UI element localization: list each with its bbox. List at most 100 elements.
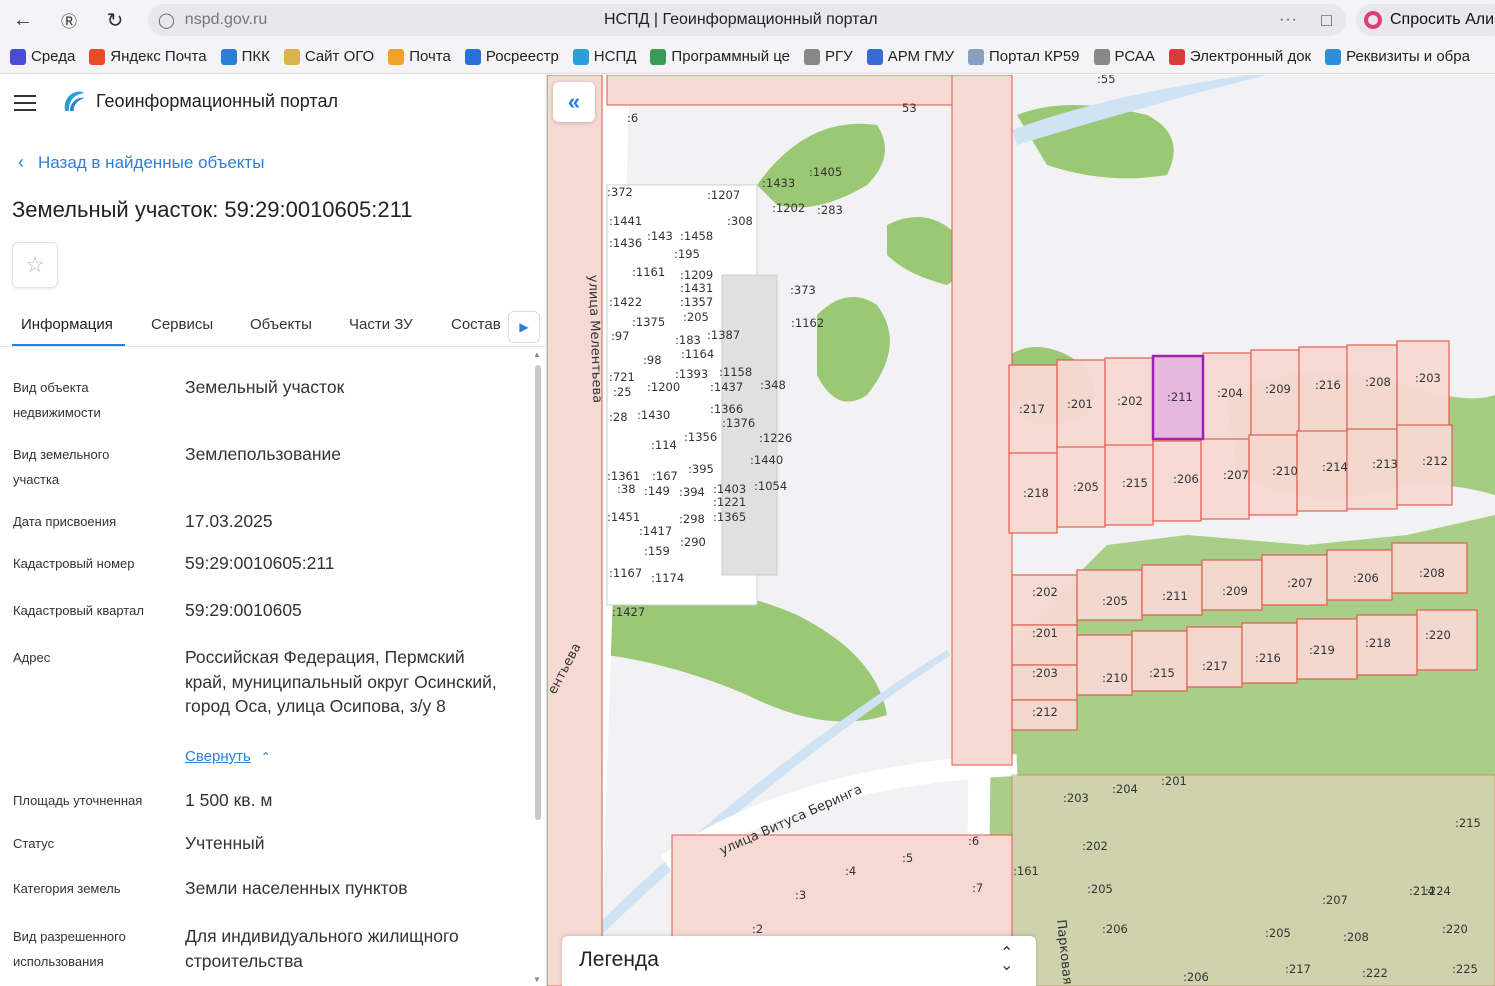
more-icon[interactable]: ··· xyxy=(1279,11,1298,29)
collapse-panel-icon[interactable]: « xyxy=(553,82,595,122)
svg-text::4: :4 xyxy=(845,864,856,878)
tab-objects[interactable]: Объекты xyxy=(250,316,312,333)
svg-text::1436: :1436 xyxy=(609,236,642,250)
svg-text::212: :212 xyxy=(1032,705,1058,719)
collapse-address-link[interactable]: Свернуть ⌃ xyxy=(185,748,271,765)
field-value: Земельный участок xyxy=(185,377,345,397)
bookmark-item[interactable]: АРМ ГМУ xyxy=(866,48,954,65)
bookmark-item[interactable]: Программный це xyxy=(650,48,790,65)
field-value: Учтенный xyxy=(185,833,265,853)
svg-text::202: :202 xyxy=(1117,394,1143,408)
bookmark-label: Сайт ОГО xyxy=(304,48,375,65)
expand-collapse-icon[interactable]: ⌃ ⌄ xyxy=(1000,946,1013,974)
bookmark-item[interactable]: Электронный док xyxy=(1168,48,1311,65)
svg-text::1356: :1356 xyxy=(684,430,717,444)
svg-text::283: :283 xyxy=(817,203,843,217)
svg-text::1200: :1200 xyxy=(647,380,680,394)
field-value[interactable]: 59:29:0010605:211 xyxy=(185,551,515,576)
svg-text::1054: :1054 xyxy=(754,479,787,493)
bookmark-item[interactable]: Росреестр xyxy=(464,48,559,65)
svg-text::1174: :1174 xyxy=(651,571,684,585)
ask-alice-label: Спросить Али xyxy=(1390,11,1495,28)
bookmark-item[interactable]: РГУ xyxy=(804,48,853,65)
svg-text::207: :207 xyxy=(1322,893,1348,907)
svg-text::143: :143 xyxy=(647,229,673,243)
svg-text::1451: :1451 xyxy=(607,510,640,524)
svg-text::213: :213 xyxy=(1372,457,1398,471)
svg-text::209: :209 xyxy=(1265,382,1291,396)
svg-text::1387: :1387 xyxy=(707,328,740,342)
field-label: Статус xyxy=(13,836,55,851)
tab-composition[interactable]: Состав xyxy=(451,316,501,333)
svg-text::1417: :1417 xyxy=(639,524,672,538)
menu-icon[interactable] xyxy=(14,95,36,111)
svg-text::206: :206 xyxy=(1353,571,1379,585)
yandex-icon[interactable]: Ⓡ xyxy=(46,0,92,40)
scroll-down-icon[interactable]: ▼ xyxy=(533,975,541,984)
bookmark-item[interactable]: ПКК xyxy=(220,48,270,65)
svg-text::208: :208 xyxy=(1343,930,1369,944)
svg-text::28: :28 xyxy=(609,410,628,424)
legend-bar[interactable]: Легенда ⌃ ⌄ xyxy=(562,936,1036,986)
svg-text::207: :207 xyxy=(1287,576,1313,590)
tabs-next-icon[interactable]: ▶ xyxy=(508,311,540,343)
bookmark-icon xyxy=(1093,48,1110,65)
favorite-star-icon[interactable]: ☆ xyxy=(12,242,58,288)
bookmark-item[interactable]: Реквизиты и обра xyxy=(1325,48,1470,65)
svg-text::3: :3 xyxy=(795,888,806,902)
svg-text::212: :212 xyxy=(1422,454,1448,468)
svg-text::6: :6 xyxy=(627,111,638,125)
field-label: Вид объекта недвижимости xyxy=(13,380,101,420)
svg-text::7: :7 xyxy=(972,881,983,895)
svg-text::348: :348 xyxy=(760,378,786,392)
bookmark-item[interactable]: РСАА xyxy=(1093,48,1155,65)
svg-text::5: :5 xyxy=(902,851,913,865)
tab-information[interactable]: Информация xyxy=(21,316,113,333)
bookmark-label: ПКК xyxy=(241,48,270,65)
svg-text::298: :298 xyxy=(679,512,705,526)
svg-text::218: :218 xyxy=(1365,636,1391,650)
svg-text::372: :372 xyxy=(607,185,633,199)
bookmark-item[interactable]: Среда xyxy=(10,48,75,65)
svg-text:53: 53 xyxy=(902,101,917,115)
bookmark-icon[interactable]: □ xyxy=(1321,10,1332,31)
bookmark-item[interactable]: Почта xyxy=(388,48,451,65)
shield-icon: ◯ xyxy=(158,12,175,29)
map-canvas[interactable]: :217:201:202 :211:204:209 :216:208:203 :… xyxy=(547,75,1495,986)
svg-text::1365: :1365 xyxy=(713,510,746,524)
svg-text::209: :209 xyxy=(1222,584,1248,598)
bookmark-item[interactable]: Сайт ОГО xyxy=(283,48,375,65)
tab-parts[interactable]: Части ЗУ xyxy=(349,316,413,333)
url-text[interactable]: nspd.gov.ru xyxy=(185,11,267,29)
reload-icon[interactable]: ↻ xyxy=(92,0,138,40)
tab-services[interactable]: Сервисы xyxy=(151,316,213,333)
scroll-up-icon[interactable]: ▲ xyxy=(533,350,541,359)
field-label: Дата присвоения xyxy=(13,514,117,529)
svg-text::211: :211 xyxy=(1162,589,1188,603)
svg-text::1357: :1357 xyxy=(680,295,713,309)
svg-text::1376: :1376 xyxy=(722,416,755,430)
svg-text::219: :219 xyxy=(1309,643,1335,657)
svg-text::205: :205 xyxy=(1265,926,1291,940)
bookmark-label: НСПД xyxy=(593,48,637,65)
svg-text::205: :205 xyxy=(1102,594,1128,608)
cadastral-map[interactable]: :217:201:202 :211:204:209 :216:208:203 :… xyxy=(547,75,1495,986)
bookmark-item[interactable]: НСПД xyxy=(572,48,637,65)
alice-icon xyxy=(1364,11,1382,29)
svg-text::1433: :1433 xyxy=(762,176,795,190)
svg-text::395: :395 xyxy=(688,462,714,476)
bookmark-item[interactable]: Портал КР59 xyxy=(968,48,1080,65)
svg-text::114: :114 xyxy=(651,438,677,452)
svg-text::217: :217 xyxy=(1202,659,1228,673)
svg-text::208: :208 xyxy=(1419,566,1445,580)
address-bar[interactable]: ◯ nspd.gov.ru НСПД | Геоинформационный п… xyxy=(148,4,1346,36)
svg-text::201: :201 xyxy=(1161,774,1187,788)
bookmark-item[interactable]: Яндекс Почта xyxy=(89,48,207,65)
panel-scrollbar[interactable] xyxy=(535,365,541,820)
ask-alice-button[interactable]: Спросить Али xyxy=(1356,4,1495,36)
portal-logo-icon xyxy=(64,91,84,111)
field-value[interactable]: 59:29:0010605 xyxy=(185,598,515,623)
bookmark-label: РГУ xyxy=(825,48,853,65)
back-to-results-link[interactable]: ‹ Назад в найденные объекты xyxy=(18,152,264,173)
back-arrow-icon[interactable]: ← xyxy=(0,0,46,40)
